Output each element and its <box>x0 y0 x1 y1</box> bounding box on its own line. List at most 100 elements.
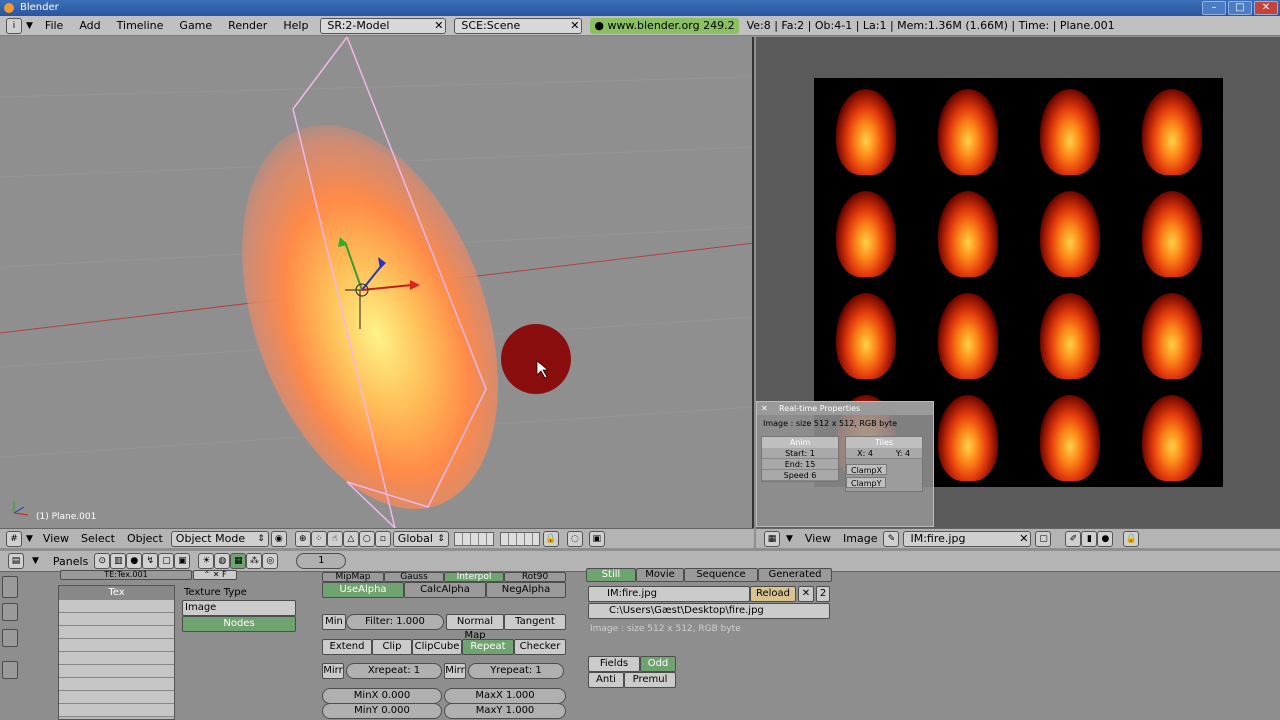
calcalpha-button[interactable]: CalcAlpha <box>404 582 486 598</box>
usealpha-button[interactable]: UseAlpha <box>322 582 404 598</box>
tiles-y-field[interactable]: Y: 4 <box>884 448 922 459</box>
anim-title[interactable]: Anim <box>762 437 838 448</box>
image-path-field[interactable]: C:\Users\Gæst\Desktop\fire.jpg <box>588 603 830 619</box>
viewport-select-menu[interactable]: Select <box>75 532 121 545</box>
texture-list-header[interactable]: Tex <box>59 586 174 600</box>
image-name-field[interactable]: IM:fire.jpg <box>588 586 750 602</box>
close-window-icon[interactable]: ✕ <box>1254 1 1278 15</box>
sequence-tab[interactable]: Sequence <box>684 568 758 582</box>
logic-context-icon[interactable]: ⊙ <box>94 553 111 569</box>
clipcube-button[interactable]: ClipCube <box>412 639 462 655</box>
mirror-x-button[interactable]: Mirr <box>322 663 344 679</box>
anim-start-field[interactable]: Start: 1 <box>762 448 838 459</box>
texture-type-dropdown[interactable]: Image <box>182 600 296 616</box>
editing-context-icon[interactable]: ▢ <box>158 553 175 569</box>
pivot-icon[interactable]: ⊕ <box>294 530 311 547</box>
menu-game[interactable]: Game <box>171 16 220 36</box>
anim-end-field[interactable]: End: 15 <box>762 459 838 470</box>
interpol-button[interactable]: Interpol <box>444 572 504 582</box>
screen-selector[interactable]: SR:2-Model ✕ <box>320 17 447 34</box>
panels-menu[interactable]: Panels <box>47 555 94 568</box>
manipulator-toggle-icon[interactable]: ⁘ <box>310 530 327 547</box>
translate-icon[interactable]: ☝ <box>326 530 343 547</box>
orientation-dropdown[interactable]: Global <box>392 530 449 547</box>
opengl-render-icon[interactable]: ▣ <box>588 530 605 547</box>
minimize-icon[interactable]: – <box>1202 1 1226 15</box>
texture-channel-list[interactable]: Tex <box>58 585 175 720</box>
buttons-window-type-icon[interactable]: ▤ <box>8 553 24 569</box>
menu-timeline[interactable]: Timeline <box>109 16 172 36</box>
extend-button[interactable]: Extend <box>322 639 372 655</box>
viewport-window-type-icon[interactable]: # <box>6 530 22 547</box>
tangent-dropdown[interactable]: Tangent <box>504 614 566 630</box>
texture-name-field[interactable]: TE:Tex.001 <box>60 570 192 580</box>
image-record-icon[interactable]: ● <box>1097 530 1114 547</box>
image-lock-icon[interactable]: 🔒 <box>1123 530 1140 547</box>
min-button[interactable]: Min <box>322 614 346 630</box>
buttons-collapse-icon[interactable]: ▼ <box>24 556 47 566</box>
repeat-button[interactable]: Repeat <box>462 639 514 655</box>
clampy-button[interactable]: ClampY <box>846 477 887 488</box>
image-paint-icon[interactable]: ✐ <box>1065 530 1082 547</box>
image-browse-field[interactable]: IM:fire.jpg ✕ <box>903 530 1032 547</box>
image-image-menu[interactable]: Image <box>837 532 883 545</box>
odd-button[interactable]: Odd <box>640 656 676 672</box>
nodes-button[interactable]: Nodes <box>182 616 296 632</box>
image-unlink-icon[interactable]: ✕ <box>1019 532 1028 546</box>
menu-file[interactable]: File <box>37 16 71 36</box>
info-window-type-icon[interactable]: i <box>6 17 22 34</box>
rot90-button[interactable]: Rot90 <box>504 572 566 582</box>
movie-tab[interactable]: Movie <box>636 568 684 582</box>
panel-tab-stub-3[interactable] <box>2 629 18 647</box>
mipmap-button[interactable]: MipMap <box>322 572 384 582</box>
image-pin-icon[interactable]: ✎ <box>883 530 900 547</box>
scene-selector[interactable]: SCE:Scene ✕ <box>454 17 583 34</box>
scene-delete-icon[interactable]: ✕ <box>570 19 579 33</box>
realtime-properties-title[interactable]: Real-time Properties <box>757 402 933 415</box>
layer-buttons-right[interactable] <box>499 531 540 546</box>
radio-subcontext-icon[interactable]: ⁂ <box>246 553 263 569</box>
clampx-button[interactable]: ClampX <box>846 464 888 475</box>
image-header-collapse-icon[interactable]: ▼ <box>780 534 799 544</box>
panel-tab-stub-1[interactable] <box>2 576 18 598</box>
texture-subcontext-icon[interactable]: ▦ <box>230 553 247 569</box>
uv-image-editor[interactable]: Real-time Properties Image : size 512 x … <box>756 37 1280 528</box>
panel-tab-stub-2[interactable] <box>2 603 18 621</box>
filter-field[interactable]: Filter: 1.000 <box>346 614 444 630</box>
viewport-object-menu[interactable]: Object <box>121 532 169 545</box>
align-icon[interactable]: ▫ <box>374 530 391 547</box>
anim-speed-field[interactable]: Speed 6 <box>762 470 838 481</box>
normal-map-button[interactable]: Normal Map <box>446 614 504 641</box>
minx-field[interactable]: MinX 0.000 <box>322 688 442 704</box>
maxy-field[interactable]: MaxY 1.000 <box>444 703 566 719</box>
script-context-icon[interactable]: ▥ <box>110 553 127 569</box>
header-collapse-icon[interactable]: ▼ <box>22 534 37 544</box>
tiles-x-field[interactable]: X: 4 <box>846 448 884 459</box>
scale-icon[interactable]: ○ <box>358 530 375 547</box>
image-view-menu[interactable]: View <box>799 532 837 545</box>
object-context-icon[interactable]: ↯ <box>142 553 159 569</box>
object-mode-dropdown[interactable]: Object Mode <box>170 530 269 547</box>
yrepeat-field[interactable]: Yrepeat: 1 <box>468 663 564 679</box>
generated-tab[interactable]: Generated <box>758 568 832 582</box>
anti-button[interactable]: Anti <box>588 672 624 688</box>
image-pack-icon[interactable]: ▢ <box>1035 530 1052 547</box>
image-users-count[interactable]: 2 <box>816 586 830 602</box>
checker-button[interactable]: Checker <box>514 639 566 655</box>
image-editor-window-type-icon[interactable]: ▦ <box>764 530 780 547</box>
gauss-button[interactable]: Gauss <box>384 572 444 582</box>
image-unlink-button[interactable]: ✕ <box>798 586 814 602</box>
maximize-icon[interactable]: □ <box>1228 1 1252 15</box>
rotate-icon[interactable]: △ <box>342 530 359 547</box>
miny-field[interactable]: MinY 0.000 <box>322 703 442 719</box>
screen-delete-icon[interactable]: ✕ <box>434 19 443 33</box>
world-subcontext-icon[interactable]: ◎ <box>262 553 279 569</box>
frame-number-field[interactable]: 1 <box>296 553 347 569</box>
viewport-view-menu[interactable]: View <box>37 532 75 545</box>
lock-layers-icon[interactable]: 🔒 <box>542 530 559 547</box>
blender-version-badge[interactable]: ● www.blender.org 249.2 <box>590 17 739 34</box>
3d-viewport[interactable]: (1) Plane.001 <box>0 37 754 528</box>
maxx-field[interactable]: MaxX 1.000 <box>444 688 566 704</box>
image-channels-icon[interactable]: ▮ <box>1081 530 1098 547</box>
layer-buttons-left[interactable] <box>453 531 494 546</box>
